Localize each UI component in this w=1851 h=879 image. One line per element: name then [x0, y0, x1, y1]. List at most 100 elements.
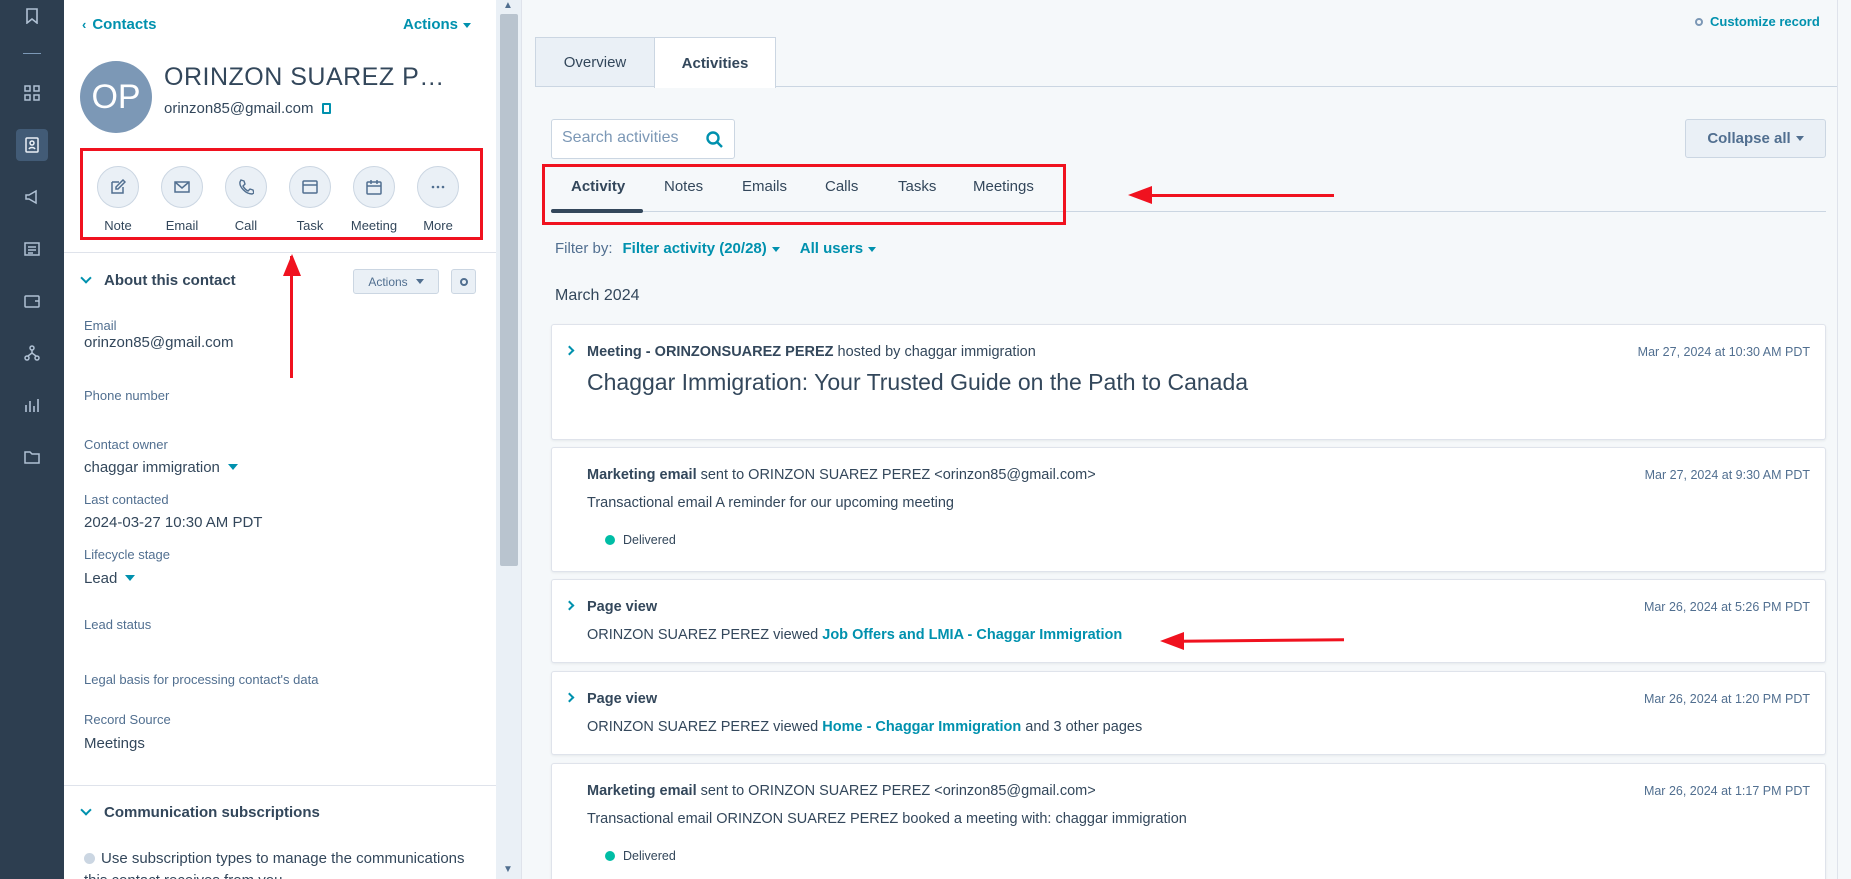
sidebar-scrollbar[interactable]: ▲ ▼ [496, 0, 522, 879]
subscriptions-section-toggle[interactable]: Communication subscriptions [80, 804, 320, 821]
about-actions-label: Actions [368, 274, 408, 289]
settings-button[interactable] [451, 269, 476, 294]
search-activities [551, 119, 735, 159]
property-label-legal-basis: Legal basis for processing contact's dat… [84, 672, 319, 687]
megaphone-icon[interactable] [16, 181, 48, 213]
chevron-right-icon[interactable] [564, 345, 575, 356]
subscriptions-section-title: Communication subscriptions [104, 804, 320, 821]
activity-card-email[interactable]: Marketing email sent to ORINZON SUAREZ P… [551, 763, 1826, 879]
subscriptions-note: Use subscription types to manage the com… [84, 848, 484, 879]
contact-name[interactable]: ORINZON SUAREZ PE... [164, 63, 454, 92]
property-value-lifecycle[interactable]: Lead [84, 570, 136, 587]
property-value-record-source[interactable]: Meetings [84, 735, 145, 752]
chevron-left-icon: ‹ [82, 17, 87, 32]
status-dot-icon [605, 851, 615, 861]
collapse-all-label: Collapse all [1707, 130, 1791, 147]
record-actions-label: Actions [403, 16, 459, 33]
activity-timestamp: Mar 26, 2024 at 5:26 PM PDT [1643, 600, 1810, 614]
global-nav [0, 0, 64, 879]
caret-down-icon [868, 246, 877, 252]
collapse-all-button[interactable]: Collapse all [1685, 119, 1826, 158]
filter-label: Filter by: [555, 240, 613, 257]
record-sidebar: ‹ Contacts Actions OP ORINZON SUAREZ PE..… [64, 0, 496, 879]
activity-card-email[interactable]: Marketing email sent to ORINZON SUAREZ P… [551, 447, 1826, 572]
customize-record-link[interactable]: Customize record [1695, 14, 1820, 29]
property-label-email: Email [84, 318, 117, 333]
grid-icon[interactable] [16, 77, 48, 109]
activity-timestamp: Mar 26, 2024 at 1:17 PM PDT [1643, 784, 1810, 798]
search-input[interactable] [562, 129, 702, 147]
breadcrumb[interactable]: ‹ Contacts [82, 16, 157, 33]
annotation-arrowhead [283, 254, 301, 276]
about-section-toggle[interactable]: About this contact [80, 272, 236, 289]
status-label: Delivered [623, 849, 676, 863]
activity-card-meeting[interactable]: Meeting - ORINZONSUAREZ PEREZ hosted by … [551, 324, 1826, 440]
scroll-down-icon[interactable]: ▼ [503, 864, 513, 875]
activity-header: Page view [587, 691, 657, 707]
gear-icon [459, 277, 468, 286]
property-value-owner[interactable]: chaggar immigration [84, 459, 238, 476]
status-badge: Delivered [605, 849, 676, 863]
bookmark-icon[interactable] [16, 0, 48, 32]
folder-icon[interactable] [16, 441, 48, 473]
customize-label: Customize record [1710, 14, 1820, 29]
divider [64, 252, 496, 253]
filter-activity-label: Filter activity (20/28) [622, 240, 767, 257]
activity-header: Marketing email sent to ORINZON SUAREZ P… [587, 783, 1096, 799]
scrollbar-thumb[interactable] [500, 14, 518, 566]
tabs-divider [776, 86, 1837, 87]
property-value-last-contacted[interactable]: 2024-03-27 10:30 AM PDT [84, 514, 262, 531]
page-link[interactable]: Job Offers and LMIA - Chaggar Immigratio… [822, 627, 1122, 643]
property-label-lead-status: Lead status [84, 617, 152, 632]
reports-icon[interactable] [16, 389, 48, 421]
chevron-down-icon [80, 804, 92, 816]
activity-card-pageview[interactable]: Page view Mar 26, 2024 at 1:20 PM PDT OR… [551, 671, 1826, 755]
caret-down-icon [227, 464, 238, 470]
content-icon[interactable] [16, 233, 48, 265]
activity-header: Meeting - ORINZONSUAREZ PEREZ hosted by … [587, 344, 1036, 360]
commerce-icon[interactable] [16, 285, 48, 317]
contacts-icon[interactable] [16, 129, 48, 161]
tab-overview[interactable]: Overview [535, 37, 655, 87]
activity-type: Page view [587, 691, 658, 707]
tab-activities[interactable]: Activities [654, 37, 776, 88]
activity-body: Transactional email ORINZON SUAREZ PEREZ… [587, 811, 1187, 827]
activity-type: Meeting - ORINZONSUAREZ PEREZ [587, 344, 834, 360]
main-scrollbar[interactable] [1837, 0, 1851, 879]
about-actions-button[interactable]: Actions [353, 269, 439, 294]
copy-icon[interactable] [322, 103, 332, 114]
all-users-dropdown[interactable]: All users [800, 240, 877, 257]
scroll-up-icon[interactable]: ▲ [503, 0, 513, 11]
activity-body-prefix: ORINZON SUAREZ PEREZ viewed [587, 719, 823, 735]
property-value-email[interactable]: orinzon85@gmail.com [84, 334, 233, 351]
chevron-right-icon[interactable] [564, 600, 575, 611]
caret-down-icon [415, 279, 424, 284]
caret-down-icon [1795, 136, 1804, 141]
chevron-right-icon[interactable] [564, 692, 575, 703]
record-actions-dropdown[interactable]: Actions [403, 16, 472, 33]
caret-down-icon [463, 22, 472, 28]
activity-type: Marketing email [587, 467, 697, 483]
activity-body: Transactional email A reminder for our u… [587, 495, 954, 511]
search-icon[interactable] [705, 130, 725, 150]
month-heading: March 2024 [555, 287, 640, 304]
activity-card-pageview[interactable]: Page view Mar 26, 2024 at 5:26 PM PDT OR… [551, 579, 1826, 663]
status-label: Delivered [623, 533, 676, 547]
activity-body-prefix: ORINZON SUAREZ PEREZ viewed [587, 627, 823, 643]
property-label-record-source: Record Source [84, 712, 171, 727]
property-label-phone: Phone number [84, 388, 170, 403]
activity-body: ORINZON SUAREZ PEREZ viewed Job Offers a… [587, 627, 1122, 643]
annotation-box-actions [80, 148, 483, 240]
subscriptions-note-text: Use subscription types to manage the com… [84, 850, 465, 879]
property-label-owner: Contact owner [84, 437, 168, 452]
page-link[interactable]: Home - Chaggar Immigration [822, 719, 1021, 735]
activity-type: Page view [587, 599, 658, 615]
annotation-arrowhead [1128, 186, 1152, 204]
filter-activity-dropdown[interactable]: Filter activity (20/28) [623, 240, 780, 257]
activity-header: Page view [587, 599, 657, 615]
meeting-title[interactable]: Chaggar Immigration: Your Trusted Guide … [587, 369, 1248, 396]
activity-header-rest: hosted by chaggar immigration [833, 344, 1036, 360]
workflow-icon[interactable] [16, 337, 48, 369]
annotation-arrow-left [1150, 194, 1334, 197]
activity-timestamp: Mar 27, 2024 at 9:30 AM PDT [1644, 468, 1810, 482]
